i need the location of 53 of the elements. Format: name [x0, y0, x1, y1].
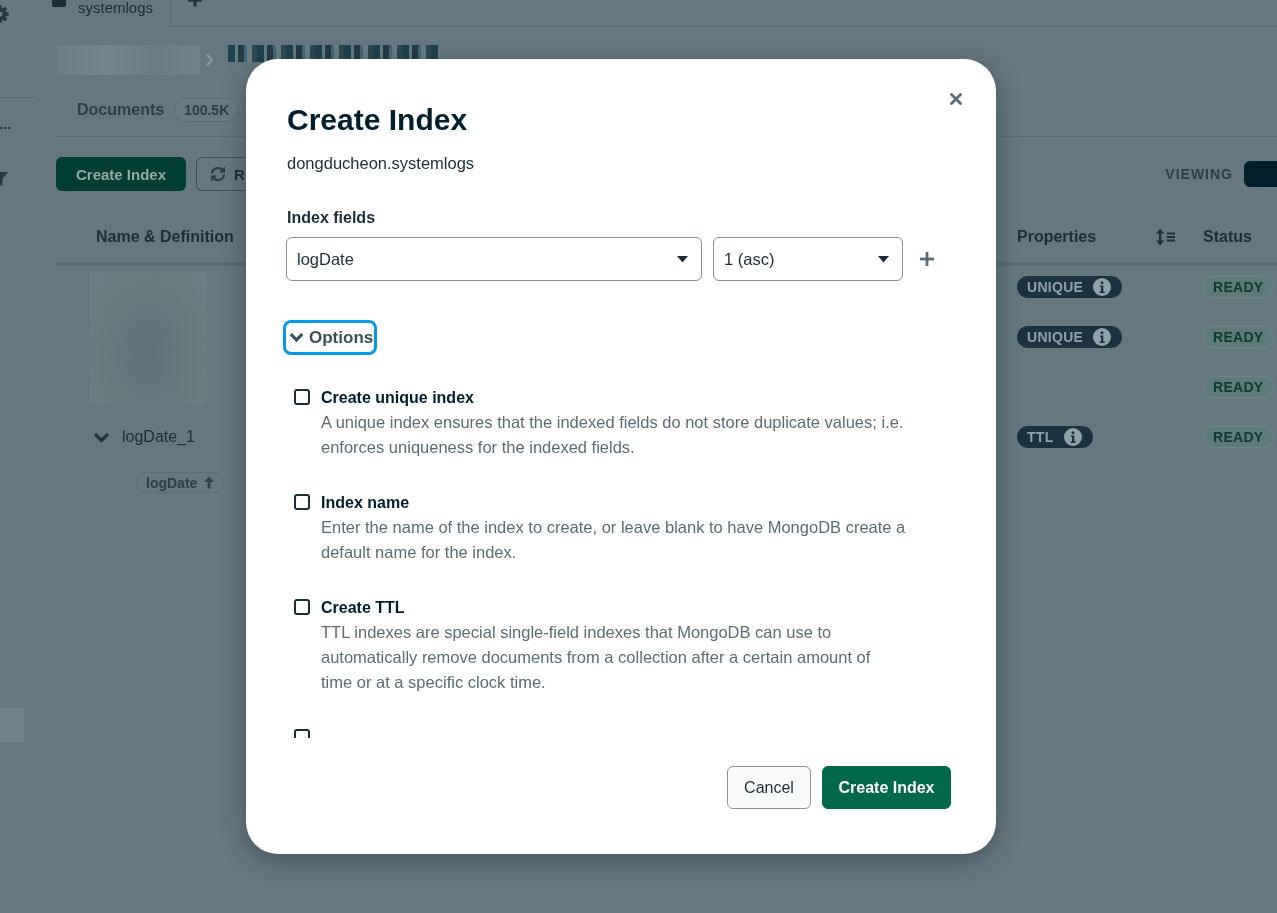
- option-description: Enter the name of the index to create, or leave blank to have MongoDB create a default name for the index.: [321, 517, 907, 563]
- filter-icon[interactable]: [0, 172, 8, 186]
- documents-label: Documents: [77, 101, 165, 119]
- ellipsis-icon[interactable]: [0, 126, 11, 130]
- arrow-up-icon: [204, 476, 215, 489]
- chevron-down-icon: [289, 332, 304, 343]
- field-select[interactable]: logDate: [286, 237, 702, 281]
- checkbox[interactable]: [294, 389, 310, 405]
- status-label: READY: [1203, 376, 1274, 398]
- create-index-button[interactable]: Create Index: [822, 766, 951, 809]
- status-label: READY: [1203, 326, 1274, 348]
- view-toggle[interactable]: [1244, 161, 1277, 187]
- namespace-text: dongducheon.systemlogs: [287, 153, 476, 173]
- sort-order-select[interactable]: 1 (asc): [713, 237, 903, 281]
- status-label: READY: [1203, 276, 1274, 298]
- property-label: TTL: [1027, 429, 1054, 445]
- cancel-button[interactable]: Cancel: [727, 766, 811, 809]
- close-button[interactable]: [950, 93, 962, 105]
- property-label: UNIQUE: [1027, 329, 1084, 345]
- caret-down-icon: [677, 255, 688, 263]
- chevron-down-icon[interactable]: [93, 431, 110, 443]
- status-label: READY: [1203, 426, 1274, 448]
- option-label: Create unique index: [321, 388, 475, 408]
- viewing-label: VIEWING: [1165, 166, 1233, 182]
- add-field-button[interactable]: [920, 252, 934, 266]
- document-count: 100.5K: [174, 98, 240, 122]
- column-header: Status: [1203, 228, 1252, 245]
- option-label: Index name: [321, 493, 411, 513]
- info-icon[interactable]: [1063, 428, 1082, 446]
- close-icon: [950, 93, 962, 105]
- info-icon[interactable]: [1093, 328, 1112, 346]
- checkbox[interactable]: [294, 599, 310, 615]
- plus-icon[interactable]: [188, 0, 202, 7]
- create-index-button[interactable]: Create Index: [56, 157, 186, 191]
- option-description: A unique index ensures that the indexed fields do not store duplicate values; i.e. enforces uniqueness for the indexed fields.: [321, 412, 905, 458]
- sort-icon[interactable]: [1155, 228, 1175, 246]
- dialog-title: Create Index: [287, 103, 469, 137]
- chevron-right-icon: [205, 53, 214, 67]
- caret-down-icon: [878, 255, 889, 263]
- property-label: UNIQUE: [1027, 279, 1084, 295]
- options-toggle[interactable]: Options: [283, 320, 377, 355]
- option-description: TTL indexes are special single-field indexes that MongoDB can use to automatically remove documents from a collection after a certain amount of time or at a specific clock time.: [321, 622, 872, 693]
- gear-icon[interactable]: [0, 5, 9, 23]
- key-field-name: logDate: [146, 474, 198, 491]
- option-label: Create TTL: [321, 598, 406, 618]
- column-header: Properties: [1017, 228, 1097, 245]
- info-icon[interactable]: [1093, 278, 1112, 296]
- field-label: Index fields: [287, 208, 377, 228]
- index-name: logDate_1: [122, 428, 195, 446]
- plus-icon: [920, 252, 934, 266]
- refresh-icon: [209, 166, 227, 182]
- column-header: Name & Definition: [96, 228, 234, 245]
- checkbox[interactable]: [294, 494, 310, 510]
